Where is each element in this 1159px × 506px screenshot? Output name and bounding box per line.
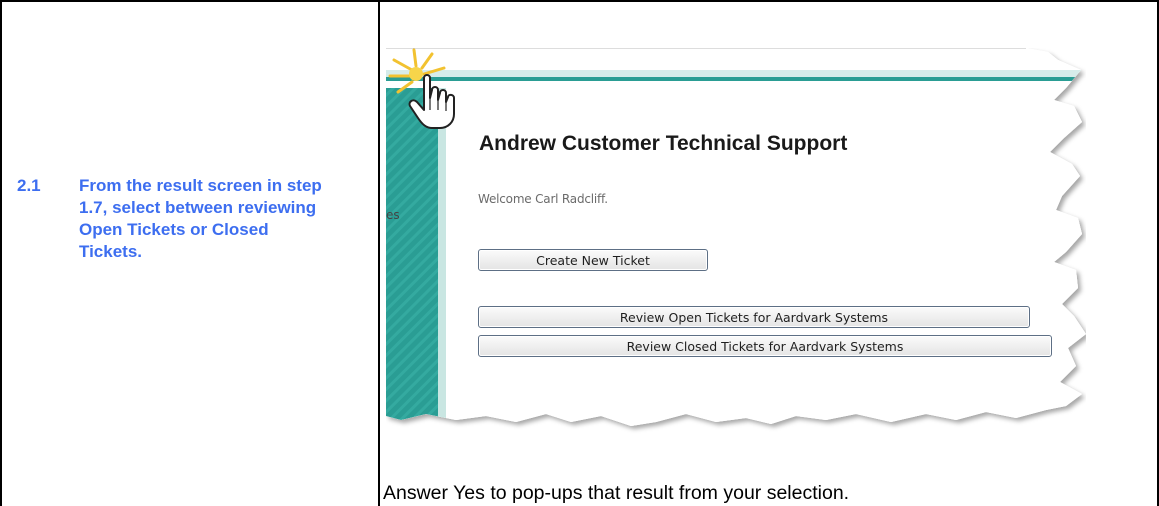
step-instruction: From the result screen in step 1.7, sele… [79, 176, 322, 261]
sidebar-text-fragment: es [386, 208, 400, 222]
pointer-hand-click-icon [388, 48, 455, 129]
table-column-divider [378, 0, 380, 506]
table-border-right [1157, 0, 1159, 506]
torn-paper-frame [386, 48, 1086, 426]
table-border-left [0, 0, 2, 506]
welcome-message: Welcome Carl Radcliff. [478, 192, 608, 206]
table-border-top [0, 0, 1159, 2]
page-heading: Andrew Customer Technical Support [479, 132, 848, 155]
screenshot-snippet: es Andrew Customer Technical Support Wel… [386, 48, 1086, 440]
review-open-tickets-button[interactable]: Review Open Tickets for Aardvark Systems [478, 306, 1030, 328]
create-new-ticket-button[interactable]: Create New Ticket [478, 249, 708, 271]
step-number: 2.1 [17, 176, 41, 195]
selection-note: Answer Yes to pop-ups that result from y… [383, 482, 850, 504]
review-closed-tickets-button[interactable]: Review Closed Tickets for Aardvark Syste… [478, 335, 1052, 357]
